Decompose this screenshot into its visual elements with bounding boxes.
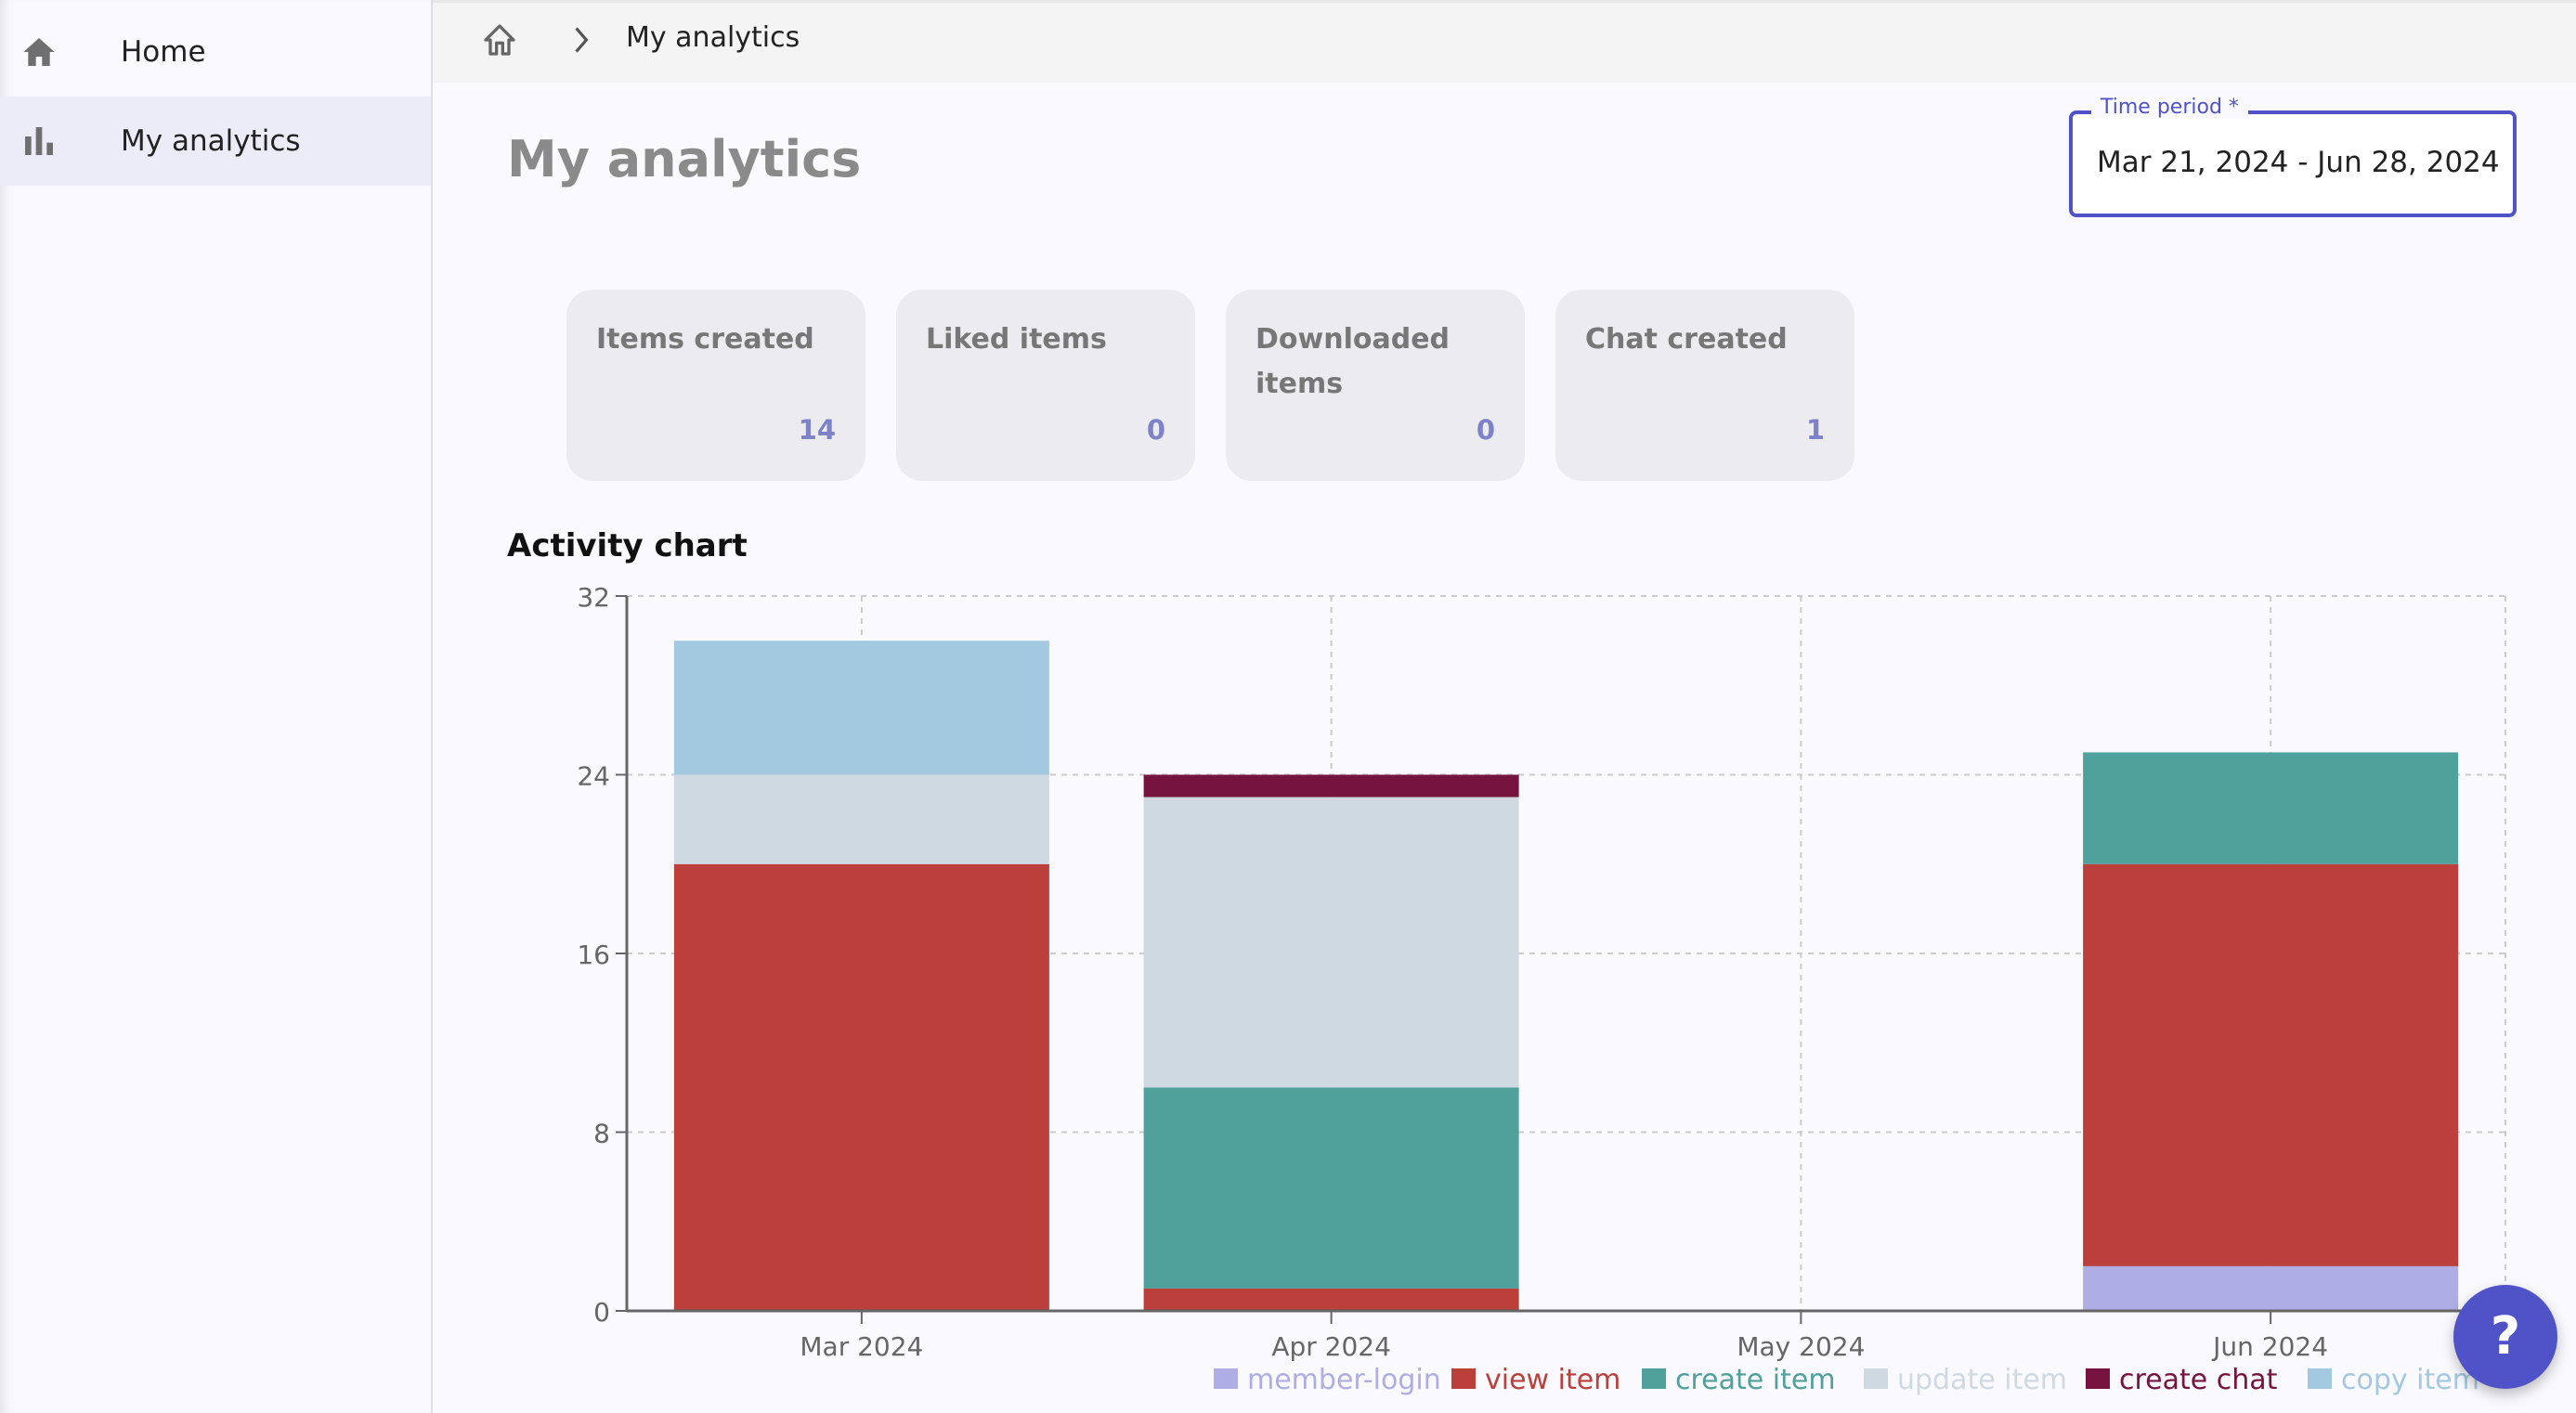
- legend-label-update-item: update item: [1897, 1364, 2067, 1396]
- bar-segment-create-item: [1143, 1087, 1519, 1289]
- bar-segment-view-item: [2083, 863, 2459, 1266]
- y-tick-label: 32: [577, 582, 610, 613]
- bar-segment-update-item: [673, 774, 1049, 864]
- legend-label-create-chat: create chat: [2119, 1364, 2278, 1396]
- y-tick-label: 24: [577, 761, 610, 792]
- legend-swatch-member-login: [1214, 1368, 1238, 1389]
- y-tick-label: 0: [593, 1297, 610, 1328]
- bar-segment-update-item: [1143, 797, 1519, 1088]
- legend-swatch-update-item: [1864, 1368, 1888, 1389]
- activity-chart: 0 8 16 24 32 Mar 2024 Apr 2024 May 2024 Jun 2024…: [577, 582, 2506, 1396]
- help-button[interactable]: ?: [2453, 1285, 2557, 1389]
- bar-segment-member-login: [2083, 1265, 2459, 1311]
- legend-swatch-copy-item: [2308, 1368, 2332, 1389]
- bar-segment-copy-item: [673, 641, 1049, 775]
- y-tick-label: 16: [577, 940, 610, 970]
- x-tick-label: Jun 2024: [2211, 1331, 2328, 1362]
- legend-label-view-item: view item: [1485, 1364, 1620, 1396]
- legend-swatch-view-item: [1451, 1368, 1476, 1389]
- y-tick-label: 8: [593, 1119, 610, 1149]
- x-tick-label: Mar 2024: [800, 1331, 923, 1362]
- bar-segment-view-item: [673, 863, 1049, 1311]
- legend-label-create-item: create item: [1675, 1364, 1836, 1396]
- bar-segment-create-chat: [1143, 774, 1519, 797]
- legend-label-copy-item: copy item: [2341, 1364, 2479, 1396]
- bar-segment-create-item: [2083, 752, 2459, 864]
- legend-label-member-login: member-login: [1247, 1364, 1441, 1396]
- legend-swatch-create-item: [1642, 1368, 1666, 1389]
- x-tick-label: May 2024: [1737, 1331, 1865, 1362]
- x-tick-label: Apr 2024: [1271, 1331, 1391, 1362]
- legend-swatch-create-chat: [2086, 1368, 2110, 1389]
- bar-segment-view-item: [1143, 1288, 1519, 1311]
